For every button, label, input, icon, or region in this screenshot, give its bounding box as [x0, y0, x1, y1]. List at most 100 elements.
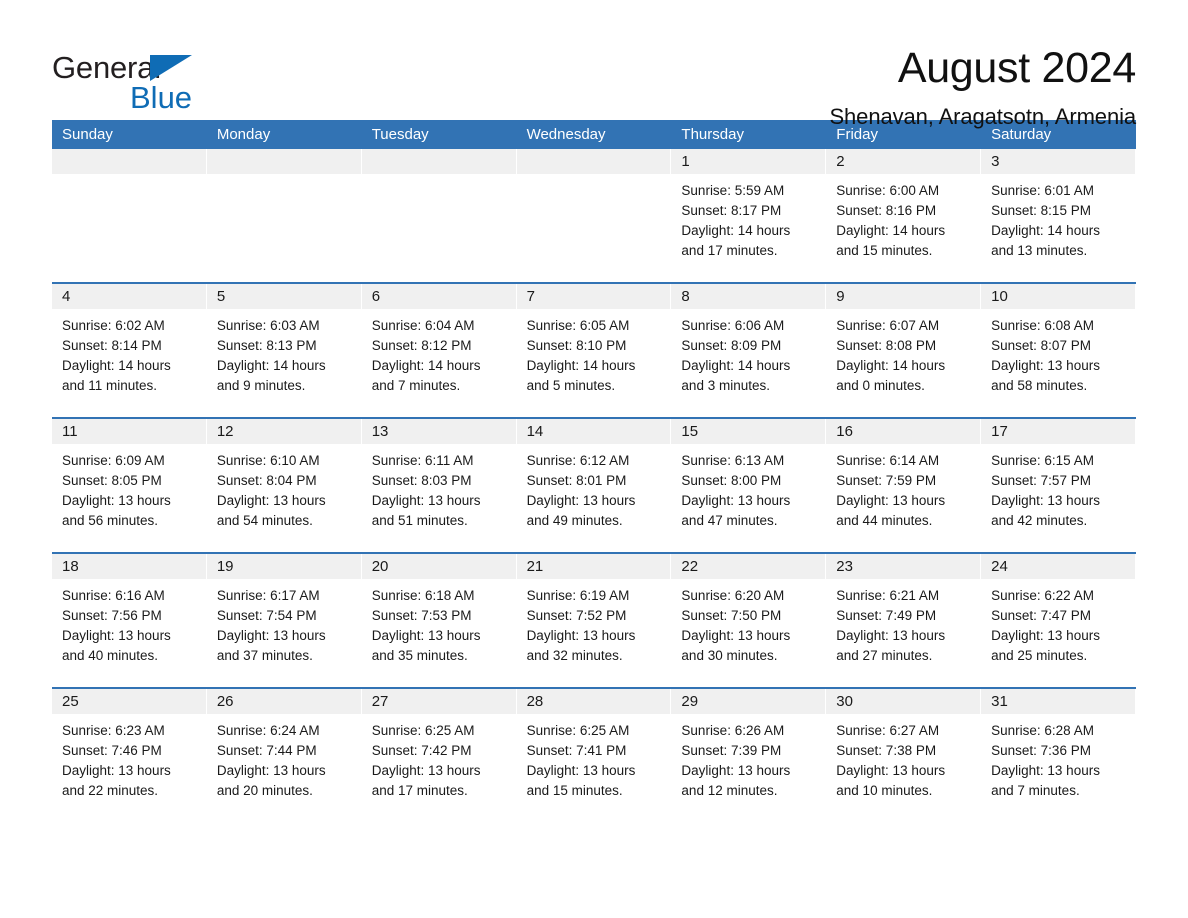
page-title: August 2024: [897, 44, 1136, 92]
calendar-day-cell[interactable]: 14 Sunrise: 6:12 AM Sunset: 8:01 PM Dayligh…: [516, 419, 672, 552]
calendar-day-cell[interactable]: 8 Sunrise: 6:06 AM Sunset: 8:09 PM Daylight…: [671, 284, 827, 417]
sunrise-text: Sunrise: 6:19 AM: [526, 588, 630, 603]
day-number: 11: [62, 423, 78, 440]
day-number: 2: [836, 153, 845, 170]
calendar-day-cell[interactable]: 2 Sunrise: 6:00 AM Sunset: 8:16 PM Daylight…: [826, 149, 982, 282]
daylight-text: and 27 minutes.: [836, 648, 933, 663]
sunset-text: Sunset: 7:46 PM: [62, 743, 162, 758]
calendar-day-cell[interactable]: 18 Sunrise: 6:16 AM Sunset: 7:56 PM Dayligh…: [52, 554, 207, 687]
calendar-day-cell[interactable]: 26 Sunrise: 6:24 AM Sunset: 7:44 PM Dayligh…: [206, 689, 362, 822]
calendar-day-cell[interactable]: 30 Sunrise: 6:27 AM Sunset: 7:38 PM Dayligh…: [826, 689, 982, 822]
brand-triangle-icon: [150, 55, 192, 81]
day-details: Sunrise: 6:14 AM Sunset: 7:59 PM Daylight:…: [826, 444, 981, 531]
sunrise-text: Sunrise: 6:27 AM: [836, 723, 940, 738]
calendar-day-cell[interactable]: 3 Sunrise: 6:01 AM Sunset: 8:15 PM Daylight…: [981, 149, 1136, 282]
logo-text-general: General: [52, 50, 161, 85]
daylight-text: Daylight: 14 hours: [216, 358, 326, 373]
day-details: Sunrise: 6:19 AM Sunset: 7:52 PM Daylight:…: [517, 579, 672, 666]
calendar-day-cell[interactable]: 20 Sunrise: 6:18 AM Sunset: 7:53 PM Dayligh…: [361, 554, 517, 687]
daylight-text: Daylight: 13 hours: [371, 628, 481, 643]
day-details: Sunrise: 6:27 AM Sunset: 7:38 PM Daylight:…: [826, 714, 981, 801]
calendar-day-cell[interactable]: 28 Sunrise: 6:25 AM Sunset: 7:41 PM Dayligh…: [516, 689, 672, 822]
sunset-text: Sunset: 7:49 PM: [836, 608, 937, 623]
calendar-day-cell[interactable]: 4 Sunrise: 6:02 AM Sunset: 8:14 PM Daylight…: [52, 284, 207, 417]
calendar-day-cell-empty: [361, 149, 517, 282]
day-number-band: 8: [671, 284, 827, 309]
daylight-text: Daylight: 14 hours: [62, 358, 171, 373]
day-number: 23: [836, 558, 853, 575]
calendar-day-cell[interactable]: 31 Sunrise: 6:28 AM Sunset: 7:36 PM Dayligh…: [981, 689, 1136, 822]
calendar-day-cell[interactable]: 5 Sunrise: 6:03 AM Sunset: 8:13 PM Daylight…: [206, 284, 362, 417]
daylight-text: Daylight: 13 hours: [216, 493, 326, 508]
sunrise-text: Sunrise: 6:05 AM: [526, 318, 630, 333]
daylight-text: Daylight: 14 hours: [836, 358, 946, 373]
day-number: 27: [371, 693, 389, 710]
daylight-text: Daylight: 13 hours: [836, 763, 946, 778]
calendar-day-cell[interactable]: 7 Sunrise: 6:05 AM Sunset: 8:10 PM Daylight…: [516, 284, 672, 417]
day-details: Sunrise: 6:16 AM Sunset: 7:56 PM Daylight:…: [52, 579, 207, 666]
calendar-day-cell[interactable]: 25 Sunrise: 6:23 AM Sunset: 7:46 PM Dayligh…: [52, 689, 207, 822]
calendar-day-cell[interactable]: 24 Sunrise: 6:22 AM Sunset: 7:47 PM Dayligh…: [981, 554, 1136, 687]
sunset-text: Sunset: 8:03 PM: [371, 473, 472, 488]
day-details: Sunrise: 6:15 AM Sunset: 7:57 PM Daylight:…: [981, 444, 1136, 531]
calendar-day-cell[interactable]: 19 Sunrise: 6:17 AM Sunset: 7:54 PM Dayligh…: [206, 554, 362, 687]
calendar-day-cell[interactable]: 13 Sunrise: 6:11 AM Sunset: 8:03 PM Dayligh…: [361, 419, 517, 552]
calendar-day-cell[interactable]: 27 Sunrise: 6:25 AM Sunset: 7:42 PM Dayligh…: [361, 689, 517, 822]
daylight-text: and 9 minutes.: [216, 378, 306, 393]
daylight-text: Daylight: 14 hours: [991, 223, 1100, 238]
sunset-text: Sunset: 7:38 PM: [836, 743, 937, 758]
sunset-text: Sunset: 8:16 PM: [836, 203, 937, 218]
day-number: 9: [836, 288, 845, 305]
sunrise-text: Sunrise: 6:12 AM: [526, 453, 630, 468]
daylight-text: Daylight: 13 hours: [681, 493, 791, 508]
daylight-text: Daylight: 14 hours: [681, 223, 791, 238]
day-number-band: 2: [826, 149, 982, 174]
day-number-band: 26: [206, 689, 362, 714]
sunset-text: Sunset: 7:59 PM: [836, 473, 937, 488]
day-number-band: 5: [206, 284, 362, 309]
sunrise-text: Sunrise: 6:24 AM: [216, 723, 320, 738]
sunset-text: Sunset: 7:56 PM: [62, 608, 162, 623]
calendar-day-cell[interactable]: 29 Sunrise: 6:26 AM Sunset: 7:39 PM Dayligh…: [671, 689, 827, 822]
day-number-band: 24: [981, 554, 1136, 579]
sunset-text: Sunset: 8:17 PM: [681, 203, 782, 218]
day-number-band: [52, 149, 207, 174]
calendar-day-cell[interactable]: 17 Sunrise: 6:15 AM Sunset: 7:57 PM Dayligh…: [981, 419, 1136, 552]
generalblue-logo[interactable]: General Blue: [52, 44, 212, 118]
sunrise-text: Sunrise: 6:21 AM: [836, 588, 940, 603]
sunrise-text: Sunrise: 6:23 AM: [62, 723, 165, 738]
daylight-text: Daylight: 13 hours: [216, 763, 326, 778]
calendar-day-cell[interactable]: 10 Sunrise: 6:08 AM Sunset: 8:07 PM Dayligh…: [981, 284, 1136, 417]
sunset-text: Sunset: 8:12 PM: [371, 338, 472, 353]
sunrise-text: Sunrise: 6:06 AM: [681, 318, 785, 333]
day-details: Sunrise: 6:20 AM Sunset: 7:50 PM Daylight:…: [671, 579, 826, 666]
day-number: 4: [62, 288, 71, 305]
calendar-day-cell[interactable]: 11 Sunrise: 6:09 AM Sunset: 8:05 PM Dayligh…: [52, 419, 207, 552]
sunset-text: Sunset: 7:44 PM: [216, 743, 317, 758]
day-number: 26: [216, 693, 234, 710]
day-number-band: 3: [981, 149, 1136, 174]
day-details: Sunrise: 6:24 AM Sunset: 7:44 PM Daylight:…: [207, 714, 362, 801]
calendar-day-cell[interactable]: 9 Sunrise: 6:07 AM Sunset: 8:08 PM Daylight…: [826, 284, 982, 417]
daylight-text: Daylight: 14 hours: [526, 358, 636, 373]
day-number-band: [361, 149, 517, 174]
daylight-text: and 32 minutes.: [526, 648, 623, 663]
day-details: Sunrise: 6:21 AM Sunset: 7:49 PM Daylight:…: [826, 579, 981, 666]
calendar-day-cell[interactable]: 15 Sunrise: 6:13 AM Sunset: 8:00 PM Dayligh…: [671, 419, 827, 552]
calendar-day-cell[interactable]: 22 Sunrise: 6:20 AM Sunset: 7:50 PM Dayligh…: [671, 554, 827, 687]
day-number: 10: [991, 288, 1008, 305]
calendar-day-cell[interactable]: 6 Sunrise: 6:04 AM Sunset: 8:12 PM Daylight…: [361, 284, 517, 417]
day-number: 17: [991, 423, 1008, 440]
day-number-band: [206, 149, 362, 174]
day-number: 20: [371, 558, 389, 575]
calendar-day-cell[interactable]: 12 Sunrise: 6:10 AM Sunset: 8:04 PM Dayligh…: [206, 419, 362, 552]
day-number-band: 7: [516, 284, 672, 309]
daylight-text: Daylight: 14 hours: [371, 358, 481, 373]
sunrise-text: Sunrise: 6:25 AM: [371, 723, 475, 738]
calendar-day-cell[interactable]: 1 Sunrise: 5:59 AM Sunset: 8:17 PM Daylight…: [671, 149, 827, 282]
sunset-text: Sunset: 7:50 PM: [681, 608, 782, 623]
day-number-band: 27: [361, 689, 517, 714]
calendar-day-cell[interactable]: 23 Sunrise: 6:21 AM Sunset: 7:49 PM Dayligh…: [826, 554, 982, 687]
calendar-day-cell[interactable]: 16 Sunrise: 6:14 AM Sunset: 7:59 PM Dayligh…: [826, 419, 982, 552]
calendar-day-cell[interactable]: 21 Sunrise: 6:19 AM Sunset: 7:52 PM Dayligh…: [516, 554, 672, 687]
